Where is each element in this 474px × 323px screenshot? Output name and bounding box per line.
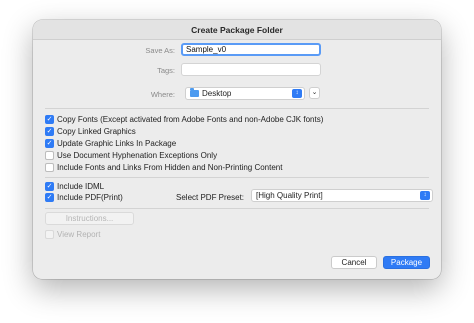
expand-button[interactable]: ⌄	[309, 87, 320, 99]
checkbox-hidden-content[interactable]	[45, 163, 54, 172]
include-pdf-label: Include PDF(Print)	[57, 193, 123, 202]
checkbox-copy-fonts[interactable]: ✓	[45, 115, 54, 124]
pdf-preset-value: [High Quality Print]	[256, 191, 323, 200]
option-include-idml[interactable]: ✓ Include IDML	[45, 181, 104, 192]
dialog-title: Create Package Folder	[33, 20, 441, 40]
save-as-input[interactable]: Sample_v0	[181, 43, 321, 56]
cancel-button[interactable]: Cancel	[331, 256, 377, 269]
checkbox-copy-linked-graphics[interactable]: ✓	[45, 127, 54, 136]
option-label: Copy Linked Graphics	[57, 127, 136, 136]
divider-middle	[45, 177, 429, 178]
checkbox-hyphenation-exceptions[interactable]	[45, 151, 54, 160]
option-view-report[interactable]: View Report	[45, 229, 100, 240]
checkbox-include-pdf[interactable]: ✓	[45, 193, 54, 202]
option-label: Include Fonts and Links From Hidden and …	[57, 163, 283, 172]
up-down-chevron-icon: ↕	[292, 89, 302, 98]
where-label: Where:	[150, 90, 175, 99]
tags-label: Tags:	[157, 66, 175, 75]
create-package-dialog: Create Package Folder Save As: Sample_v0…	[33, 20, 441, 279]
option-update-graphic-links[interactable]: ✓ Update Graphic Links In Package	[45, 138, 176, 149]
divider-lower	[45, 208, 429, 209]
checkbox-include-idml[interactable]: ✓	[45, 182, 54, 191]
include-idml-label: Include IDML	[57, 182, 105, 191]
option-hidden-content[interactable]: Include Fonts and Links From Hidden and …	[45, 162, 282, 173]
package-button[interactable]: Package	[383, 256, 430, 269]
up-down-chevron-icon: ↕	[420, 191, 430, 200]
option-copy-fonts[interactable]: ✓ Copy Fonts (Except activated from Adob…	[45, 114, 323, 125]
where-value: Desktop	[202, 89, 232, 98]
checkbox-view-report[interactable]	[45, 230, 54, 239]
tags-input[interactable]	[181, 63, 321, 76]
divider-top	[45, 108, 429, 109]
option-copy-linked-graphics[interactable]: ✓ Copy Linked Graphics	[45, 126, 136, 137]
pdf-preset-select[interactable]: [High Quality Print] ↕	[251, 189, 433, 202]
where-select[interactable]: Desktop ↕	[185, 87, 305, 100]
view-report-label: View Report	[57, 230, 101, 239]
option-label: Update Graphic Links In Package	[57, 139, 177, 148]
option-include-pdf[interactable]: ✓ Include PDF(Print)	[45, 192, 123, 203]
option-label: Copy Fonts (Except activated from Adobe …	[57, 115, 324, 124]
pdf-preset-label: Select PDF Preset:	[176, 193, 245, 202]
checkbox-update-graphic-links[interactable]: ✓	[45, 139, 54, 148]
folder-icon	[190, 88, 199, 97]
option-hyphenation-exceptions[interactable]: Use Document Hyphenation Exceptions Only	[45, 150, 217, 161]
instructions-button[interactable]: Instructions...	[45, 212, 134, 225]
option-label: Use Document Hyphenation Exceptions Only	[57, 151, 218, 160]
chevron-down-icon: ⌄	[311, 89, 318, 96]
save-as-label: Save As:	[145, 46, 175, 55]
